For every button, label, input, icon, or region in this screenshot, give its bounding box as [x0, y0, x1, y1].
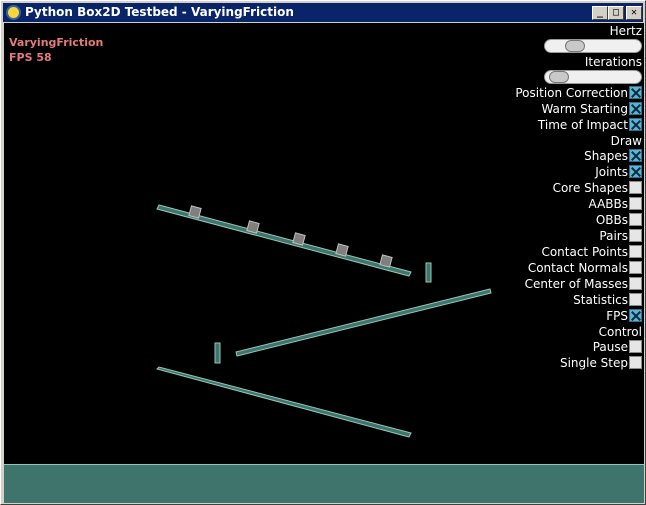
position-correction-checkbox[interactable] — [629, 86, 642, 99]
time-of-impact-checkbox[interactable] — [629, 118, 642, 131]
option-position-correction[interactable]: Position Correction — [515, 85, 642, 100]
single-step-checkbox[interactable] — [629, 356, 642, 369]
close-button[interactable]: ✕ — [626, 6, 642, 20]
contact-normals-checkbox[interactable] — [629, 261, 642, 274]
draw-option-center-of-masses[interactable]: Center of Masses — [525, 276, 642, 291]
obbs-checkbox[interactable] — [629, 213, 642, 226]
draw-option-core-shapes[interactable]: Core Shapes — [553, 180, 642, 195]
draw-heading: Draw — [610, 134, 642, 148]
draw-option-aabbs[interactable]: AABBs — [589, 196, 642, 211]
minimize-button[interactable]: _ — [592, 6, 608, 20]
static-ramp-lower — [156, 366, 412, 438]
option-time-of-impact[interactable]: Time of Impact — [538, 117, 642, 132]
option-label: Joints — [595, 164, 628, 179]
option-label: Contact Points — [541, 244, 628, 259]
maximize-button[interactable]: □ — [608, 6, 624, 20]
control-heading: Control — [598, 325, 642, 339]
center-of-masses-checkbox[interactable] — [629, 277, 642, 290]
option-label: FPS — [606, 308, 628, 323]
testbed-window: Python Box2D Testbed - VaryingFriction _… — [0, 0, 646, 505]
title-bar[interactable]: Python Box2D Testbed - VaryingFriction _… — [3, 3, 643, 22]
option-label: Contact Normals — [527, 260, 628, 275]
dynamic-box — [246, 220, 260, 234]
draw-option-joints[interactable]: Joints — [595, 164, 642, 179]
draw-option-shapes[interactable]: Shapes — [584, 148, 642, 163]
static-ramp-middle — [235, 288, 492, 357]
draw-option-pairs[interactable]: Pairs — [599, 228, 642, 243]
option-label: Time of Impact — [537, 117, 628, 132]
option-warm-starting[interactable]: Warm Starting — [541, 101, 642, 116]
shapes-checkbox[interactable] — [629, 149, 642, 162]
iterations-slider[interactable] — [544, 70, 642, 84]
control-option-pause[interactable]: Pause — [593, 339, 642, 354]
aabbs-checkbox[interactable] — [629, 197, 642, 210]
option-label: Pause — [592, 339, 628, 354]
control-option-single-step[interactable]: Single Step — [560, 355, 642, 370]
warm-starting-checkbox[interactable] — [629, 102, 642, 115]
dynamic-box — [379, 254, 393, 268]
hertz-label: Hertz — [609, 24, 642, 38]
option-label: Single Step — [559, 355, 628, 370]
draw-option-obbs[interactable]: OBBs — [596, 212, 642, 227]
iterations-label: Iterations — [584, 55, 642, 69]
dynamic-box — [292, 232, 306, 246]
option-label: Pairs — [599, 228, 628, 243]
statistics-checkbox[interactable] — [629, 293, 642, 306]
option-label: Statistics — [573, 292, 628, 307]
draw-option-fps[interactable]: FPS — [606, 308, 642, 323]
option-label: AABBs — [588, 196, 628, 211]
option-label: Center of Masses — [524, 276, 628, 291]
dynamic-box — [335, 243, 349, 257]
hertz-slider[interactable] — [544, 39, 642, 53]
dynamic-box — [188, 205, 202, 219]
python-app-icon — [6, 5, 21, 20]
option-label: Shapes — [584, 148, 628, 163]
iterations-slider-knob[interactable] — [549, 71, 569, 83]
joints-checkbox[interactable] — [629, 165, 642, 178]
static-post-right — [425, 262, 432, 283]
hertz-slider-knob[interactable] — [565, 40, 585, 52]
option-label: Position Correction — [515, 85, 628, 100]
static-post-left — [214, 342, 221, 364]
draw-option-contact-points[interactable]: Contact Points — [541, 244, 642, 259]
fps-text: FPS 58 — [9, 51, 52, 64]
simulation-canvas[interactable]: VaryingFriction FPS 58 Hertz Iterations … — [4, 23, 644, 503]
fps-checkbox[interactable] — [629, 309, 642, 322]
window-title: Python Box2D Testbed - VaryingFriction — [25, 5, 294, 19]
core-shapes-checkbox[interactable] — [629, 181, 642, 194]
option-label: OBBs — [595, 212, 628, 227]
contact-points-checkbox[interactable] — [629, 245, 642, 258]
pause-checkbox[interactable] — [629, 340, 642, 353]
pairs-checkbox[interactable] — [629, 229, 642, 242]
test-name-text: VaryingFriction — [9, 36, 104, 49]
draw-option-statistics[interactable]: Statistics — [573, 292, 642, 307]
ground-body — [4, 464, 644, 503]
option-label: Core Shapes — [552, 180, 628, 195]
option-label: Warm Starting — [541, 101, 628, 116]
draw-option-contact-normals[interactable]: Contact Normals — [528, 260, 642, 275]
